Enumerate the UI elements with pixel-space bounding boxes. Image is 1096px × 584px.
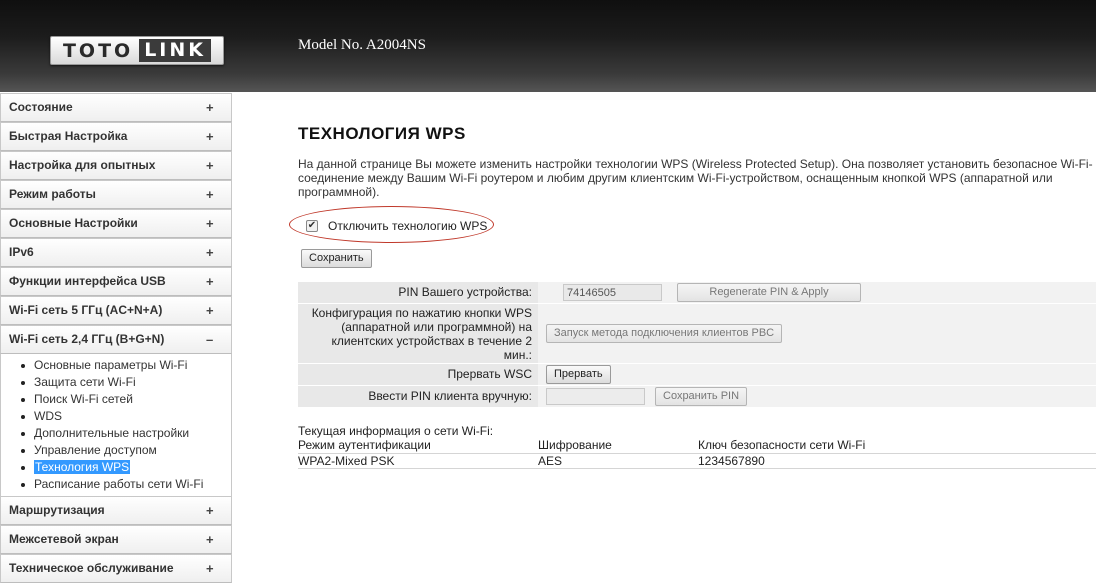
- device-pin-field: 74146505: [563, 284, 662, 301]
- header: TOTO LINK Model No. A2004NS: [0, 0, 1096, 92]
- wps-config-table: PIN Вашего устройства: 74146505 Regenera…: [298, 282, 1096, 408]
- sidebar-item-operation-mode[interactable]: Режим работы +: [0, 180, 232, 209]
- expand-icon: +: [206, 187, 214, 202]
- submenu-item-label: Защита сети Wi-Fi: [34, 375, 136, 389]
- submenu-item-label-selected: Технология WPS: [34, 460, 131, 474]
- wifi-info-caption: Текущая информация о сети Wi-Fi:: [298, 424, 494, 438]
- header-auth-mode: Режим аутентификации: [298, 438, 538, 454]
- expand-icon: +: [206, 503, 214, 518]
- sidebar-item-basic-settings[interactable]: Основные Настройки +: [0, 209, 232, 238]
- wifi-24ghz-submenu: Основные параметры Wi-Fi Защита сети Wi-…: [0, 354, 232, 496]
- main-content: ТЕХНОЛОГИЯ WPS На данной странице Вы мож…: [289, 124, 1096, 469]
- sidebar-item-label: IPv6: [9, 245, 34, 259]
- submenu-item-label: Расписание работы сети Wi-Fi: [34, 477, 204, 491]
- sidebar-item-label: Быстрая Настройка: [9, 129, 128, 143]
- cell-auth-mode: WPA2-Mixed PSK: [298, 453, 538, 469]
- submenu-item-access-control[interactable]: Управление доступом: [1, 442, 231, 459]
- sidebar-item-label: Wi-Fi сеть 2,4 ГГц (B+G+N): [9, 332, 165, 346]
- abort-cell: Прервать: [538, 364, 1096, 385]
- save-button[interactable]: Сохранить: [301, 249, 372, 268]
- regenerate-pin-button[interactable]: Regenerate PIN & Apply: [677, 283, 861, 302]
- expand-icon: +: [206, 100, 214, 115]
- pbc-row: Конфигурация по нажатию кнопки WPS (аппа…: [298, 304, 1096, 364]
- sidebar-item-ipv6[interactable]: IPv6 +: [0, 238, 232, 267]
- expand-icon: +: [206, 245, 214, 260]
- page-title: ТЕХНОЛОГИЯ WPS: [298, 124, 466, 143]
- header-security-key: Ключ безопасности сети Wi-Fi: [698, 438, 1096, 454]
- submenu-item-wds[interactable]: WDS: [1, 408, 231, 425]
- client-pin-label: Ввести PIN клиента вручную:: [298, 386, 538, 407]
- abort-button[interactable]: Прервать: [546, 365, 611, 384]
- sidebar-item-status[interactable]: Состояние +: [0, 93, 232, 122]
- submenu-item-label: Управление доступом: [34, 443, 157, 457]
- submenu-item-wifi-scan[interactable]: Поиск Wi-Fi сетей: [1, 391, 231, 408]
- disable-wps-label: Отключить технологию WPS: [328, 219, 488, 233]
- sidebar-item-label: Настройка для опытных: [9, 158, 156, 172]
- wifi-info-table: Режим аутентификации Шифрование Ключ без…: [298, 438, 1096, 469]
- sidebar-item-label: Маршрутизация: [9, 503, 105, 517]
- sidebar-item-label: Состояние: [9, 100, 73, 114]
- logo-text-link: LINK: [139, 39, 212, 62]
- disable-wps-checkbox[interactable]: ✔: [306, 220, 318, 232]
- cell-encryption: AES: [538, 453, 698, 469]
- sidebar-item-firewall[interactable]: Межсетевой экран +: [0, 525, 232, 554]
- sidebar-item-label: Межсетевой экран: [9, 532, 119, 546]
- submenu-item-basic-wifi[interactable]: Основные параметры Wi-Fi: [1, 357, 231, 374]
- header-encryption: Шифрование: [538, 438, 698, 454]
- totolink-logo[interactable]: TOTO LINK: [50, 36, 224, 65]
- submenu-item-label: Дополнительные настройки: [34, 426, 190, 440]
- table-header-row: Режим аутентификации Шифрование Ключ без…: [298, 438, 1096, 454]
- expand-icon: +: [206, 561, 214, 576]
- submenu-item-label: Основные параметры Wi-Fi: [34, 358, 188, 372]
- model-number: Model No. A2004NS: [298, 37, 426, 53]
- abort-row: Прервать WSC Прервать: [298, 364, 1096, 386]
- sidebar-menu: Состояние + Быстрая Настройка + Настройка …: [0, 93, 232, 583]
- expand-icon: +: [206, 274, 214, 289]
- submenu-item-wifi-security[interactable]: Защита сети Wi-Fi: [1, 374, 231, 391]
- expand-icon: +: [206, 216, 214, 231]
- submenu-item-label: WDS: [34, 409, 62, 423]
- device-pin-label: PIN Вашего устройства:: [298, 282, 538, 303]
- sidebar-item-advanced-setup[interactable]: Настройка для опытных +: [0, 151, 232, 180]
- abort-wsc-label: Прервать WSC: [298, 364, 538, 385]
- sidebar-item-wifi-24ghz[interactable]: Wi-Fi сеть 2,4 ГГц (B+G+N) –: [0, 325, 232, 354]
- expand-icon: +: [206, 158, 214, 173]
- client-pin-input[interactable]: [546, 388, 645, 405]
- client-pin-row: Ввести PIN клиента вручную: Сохранить PI…: [298, 386, 1096, 408]
- submenu-item-label: Поиск Wi-Fi сетей: [34, 392, 133, 406]
- logo-text-toto: TOTO: [62, 39, 134, 62]
- disable-wps-row: ✔ Отключить технологию WPS: [306, 219, 487, 233]
- expand-icon: +: [206, 532, 214, 547]
- pbc-start-button[interactable]: Запуск метода подключения клиентов PBC: [546, 324, 783, 343]
- sidebar-item-wifi-5ghz[interactable]: Wi-Fi сеть 5 ГГц (AC+N+A) +: [0, 296, 232, 325]
- sidebar-item-label: Режим работы: [9, 187, 96, 201]
- table-row: WPA2-Mixed PSK AES 1234567890: [298, 453, 1096, 469]
- device-pin-cell: 74146505 Regenerate PIN & Apply: [538, 282, 1096, 303]
- submenu-item-advanced[interactable]: Дополнительные настройки: [1, 425, 231, 442]
- page-description: На данной странице Вы можете изменить на…: [298, 157, 1093, 199]
- pin-row: PIN Вашего устройства: 74146505 Regenera…: [298, 282, 1096, 304]
- sidebar-item-label: Wi-Fi сеть 5 ГГц (AC+N+A): [9, 303, 163, 317]
- sidebar-item-usb[interactable]: Функции интерфейса USB +: [0, 267, 232, 296]
- collapse-icon: –: [206, 332, 214, 347]
- sidebar-item-label: Основные Настройки: [9, 216, 138, 230]
- save-pin-button[interactable]: Сохранить PIN: [655, 387, 748, 406]
- wifi-info-section: Текущая информация о сети Wi-Fi: Режим а…: [298, 424, 1096, 469]
- sidebar-item-quick-setup[interactable]: Быстрая Настройка +: [0, 122, 232, 151]
- cell-security-key: 1234567890: [698, 453, 1096, 469]
- pbc-label: Конфигурация по нажатию кнопки WPS (аппа…: [298, 304, 538, 363]
- expand-icon: +: [206, 303, 214, 318]
- sidebar-item-routing[interactable]: Маршрутизация +: [0, 496, 232, 525]
- client-pin-cell: Сохранить PIN: [538, 386, 1096, 407]
- submenu-item-schedule[interactable]: Расписание работы сети Wi-Fi: [1, 476, 231, 493]
- submenu-item-wps[interactable]: Технология WPS: [1, 459, 231, 476]
- sidebar-item-maintenance[interactable]: Техническое обслуживание +: [0, 554, 232, 583]
- expand-icon: +: [206, 129, 214, 144]
- sidebar-item-label: Техническое обслуживание: [9, 561, 174, 575]
- pbc-cell: Запуск метода подключения клиентов PBC: [538, 304, 1096, 363]
- sidebar-item-label: Функции интерфейса USB: [9, 274, 166, 288]
